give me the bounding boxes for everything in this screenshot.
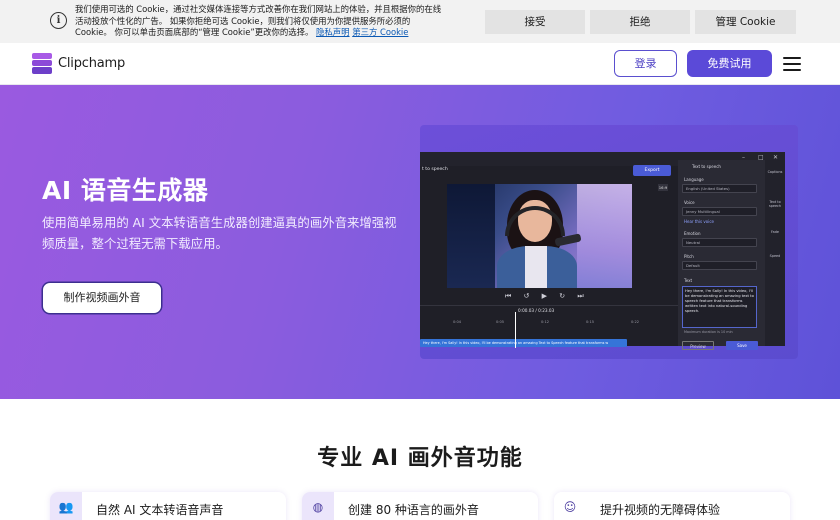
login-button[interactable]: 登录 — [614, 50, 677, 77]
ruler-tick: 0:04 — [453, 320, 462, 324]
voice-label: Voice — [684, 200, 695, 205]
features-title: 专业 AI 画外音功能 — [317, 446, 523, 471]
free-trial-button[interactable]: 免费试用 — [687, 50, 772, 77]
preview-button: Preview — [682, 341, 714, 350]
third-party-cookie-link[interactable]: 第三方 Cookie — [352, 27, 408, 37]
emotion-select: Neutral — [682, 238, 757, 247]
tts-rail-item: Text to speech — [768, 200, 782, 208]
top-nav: Clipchamp 登录 免费试用 — [0, 43, 840, 85]
timecode: 0:00.03 / 0:23.03 — [518, 308, 555, 313]
create-voiceover-button[interactable]: 制作视频画外音 — [43, 283, 161, 313]
playhead — [515, 312, 516, 348]
hero-title: AI 语音生成器 — [42, 176, 209, 205]
editor-screenshot: – □ ✕ t to speech Export 16:9 ⏮ ↺ ▶ ↻ ⏭ … — [420, 125, 798, 359]
timeline-ruler: 0:04 0:05 0:12 0:15 0:22 — [420, 320, 678, 327]
tts-panel: Text to speech Language English (United … — [678, 160, 765, 350]
feature-card-label: 提升视频的无障碍体验 — [600, 503, 721, 517]
text-label: Text — [684, 278, 693, 283]
smile-icon: ☺ — [554, 492, 586, 520]
hero-description: 使用简单易用的 AI 文本转语音生成器创建逼真的画外音来增强视频质量，整个过程无… — [42, 215, 397, 251]
feature-card[interactable]: 👥 自然 AI 文本转语音声音 — [50, 492, 286, 520]
tts-text-area: Hey there, I'm Sally! In this video, I'l… — [682, 286, 757, 328]
cookie-text: 我们使用可选的 Cookie，通过社交媒体连接等方式改善你在我们网站上的体验，并… — [75, 4, 447, 39]
feature-card[interactable]: ☺ 提升视频的无障碍体验 — [554, 492, 790, 520]
audio-track-clip: Hey there, I'm Sally! In this video, I'l… — [420, 339, 627, 347]
video-preview — [447, 184, 632, 288]
captions-rail-item: Captions — [767, 170, 783, 174]
pitch-label: Pitch — [684, 254, 694, 259]
panel-title: Text to speech — [692, 164, 721, 169]
language-select: English (United States) — [682, 184, 757, 193]
playback-controls: ⏮ ↺ ▶ ↻ ⏭ — [505, 292, 589, 300]
editor-side-rail: Captions Text to speech Fade Speed — [765, 160, 785, 346]
ruler-tick: 0:22 — [631, 320, 640, 324]
feature-card-label: 自然 AI 文本转语音声音 — [96, 503, 224, 517]
hear-voice-link: Hear this voice — [684, 219, 714, 224]
cookie-banner: i 我们使用可选的 Cookie，通过社交媒体连接等方式改善你在我们网站上的体验… — [0, 0, 840, 43]
globe-icon: ◍ — [302, 492, 334, 520]
export-button: Export — [633, 165, 671, 176]
editor-window: – □ ✕ t to speech Export 16:9 ⏮ ↺ ▶ ↻ ⏭ … — [420, 152, 785, 350]
ruler-tick: 0:12 — [541, 320, 550, 324]
manage-cookies-button[interactable]: 管理 Cookie — [695, 10, 796, 34]
clipchamp-logo-icon[interactable] — [32, 53, 52, 74]
aspect-ratio-badge: 16:9 — [658, 184, 668, 191]
emotion-label: Emotion — [684, 231, 701, 236]
hero-section: AI 语音生成器 使用简单易用的 AI 文本转语音生成器创建逼真的画外音来增强视… — [0, 85, 840, 399]
speed-rail-item: Speed — [769, 254, 781, 258]
accept-button[interactable]: 接受 — [485, 10, 585, 34]
duration-note: Maximum duration is 10 min — [684, 330, 733, 334]
language-label: Language — [684, 177, 704, 182]
voice-select: Jenny Multilingual — [682, 207, 757, 216]
pitch-select: Default — [682, 261, 757, 270]
save-button: Save — [726, 341, 758, 350]
ruler-tick: 0:15 — [586, 320, 595, 324]
hamburger-menu-icon[interactable] — [783, 57, 801, 71]
brand-name[interactable]: Clipchamp — [58, 56, 125, 71]
editor-tab-label: t to speech — [422, 167, 448, 172]
privacy-link[interactable]: 隐私声明 — [316, 27, 350, 37]
info-icon: i — [50, 12, 67, 29]
reject-button[interactable]: 拒绝 — [590, 10, 690, 34]
ruler-tick: 0:05 — [496, 320, 505, 324]
feature-card-label: 创建 80 种语言的画外音 — [348, 503, 479, 517]
feature-card[interactable]: ◍ 创建 80 种语言的画外音 — [302, 492, 538, 520]
people-icon: 👥 — [50, 492, 82, 520]
fade-rail-item: Fade — [771, 230, 779, 234]
